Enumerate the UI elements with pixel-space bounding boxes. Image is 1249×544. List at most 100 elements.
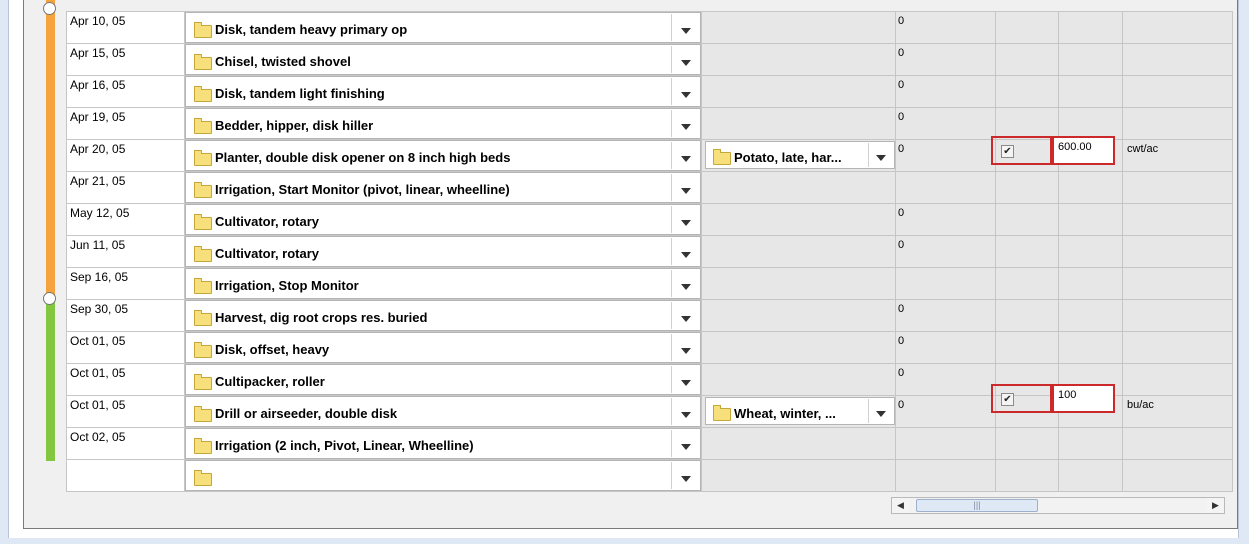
operation-dropdown[interactable]: Cultipacker, roller [185, 364, 701, 395]
operation-dropdown[interactable]: Disk, offset, heavy [185, 332, 701, 363]
table-row[interactable]: Apr 16, 05 Disk, tandem light finishing 0 [66, 75, 1233, 108]
operation-dropdown[interactable]: Disk, tandem light finishing [185, 76, 701, 107]
chevron-down-icon[interactable] [671, 270, 699, 297]
yield-value-field[interactable]: 600.00 [1052, 136, 1115, 165]
operation-date[interactable] [66, 459, 185, 492]
operation-date[interactable]: Oct 01, 05 [66, 395, 185, 428]
chevron-down-icon[interactable] [671, 334, 699, 361]
table-row[interactable] [66, 459, 1233, 492]
value-cell[interactable]: 0 [895, 11, 996, 44]
operation-dropdown[interactable]: Planter, double disk opener on 8 inch hi… [185, 140, 701, 171]
yield-checkbox-cell[interactable] [995, 203, 1059, 236]
value-cell[interactable] [895, 459, 996, 492]
table-row[interactable]: Sep 16, 05 Irrigation, Stop Monitor [66, 267, 1233, 300]
yield-cell[interactable] [1058, 267, 1123, 300]
yield-checkbox-cell[interactable] [995, 459, 1059, 492]
rotation-split-marker[interactable] [43, 292, 56, 305]
operation-date[interactable]: Apr 21, 05 [66, 171, 185, 204]
operation-date[interactable]: Sep 30, 05 [66, 299, 185, 332]
scroll-right-icon[interactable]: ▶ [1207, 498, 1224, 513]
operation-date[interactable]: Sep 16, 05 [66, 267, 185, 300]
yield-cell[interactable] [1058, 235, 1123, 268]
value-cell[interactable] [895, 267, 996, 300]
rotation-start-marker[interactable] [43, 2, 56, 15]
chevron-down-icon[interactable] [671, 46, 699, 73]
yield-checkbox[interactable]: ✔ [1001, 145, 1014, 158]
value-cell[interactable] [895, 171, 996, 204]
chevron-down-icon[interactable] [868, 143, 893, 167]
value-cell[interactable]: 0 [895, 331, 996, 364]
operation-dropdown[interactable]: Bedder, hipper, disk hiller [185, 108, 701, 139]
yield-cell[interactable] [1058, 107, 1123, 140]
yield-checkbox-cell[interactable] [995, 43, 1059, 76]
chevron-down-icon[interactable] [671, 110, 699, 137]
yield-cell[interactable] [1058, 331, 1123, 364]
value-cell[interactable]: 0 [895, 75, 996, 108]
table-row[interactable]: Apr 21, 05 Irrigation, Start Monitor (piv… [66, 171, 1233, 204]
yield-cell[interactable] [1058, 203, 1123, 236]
chevron-down-icon[interactable] [671, 14, 699, 41]
yield-checkbox-cell[interactable] [995, 235, 1059, 268]
chevron-down-icon[interactable] [671, 462, 699, 489]
value-cell[interactable]: 0 [895, 43, 996, 76]
operation-date[interactable]: Apr 16, 05 [66, 75, 185, 108]
table-row[interactable]: Jun 11, 05 Cultivator, rotary 0 [66, 235, 1233, 268]
yield-checkbox-cell[interactable] [995, 331, 1059, 364]
chevron-down-icon[interactable] [671, 174, 699, 201]
value-cell[interactable]: 0 [895, 203, 996, 236]
value-cell[interactable]: 0 [895, 299, 996, 332]
operation-date[interactable]: Apr 20, 05 [66, 139, 185, 172]
operation-date[interactable]: Apr 10, 05 [66, 11, 185, 44]
yield-cell[interactable] [1058, 171, 1123, 204]
yield-checkbox[interactable]: ✔ [1001, 393, 1014, 406]
yield-cell[interactable] [1058, 299, 1123, 332]
operation-dropdown[interactable]: Chisel, twisted shovel [185, 44, 701, 75]
table-row[interactable]: Apr 10, 05 Disk, tandem heavy primary op 0 [66, 11, 1233, 44]
chevron-down-icon[interactable] [671, 430, 699, 457]
yield-cell[interactable] [1058, 43, 1123, 76]
crop-dropdown[interactable]: Wheat, winter, ... [705, 397, 895, 425]
yield-checkbox-cell[interactable] [995, 299, 1059, 332]
operation-date[interactable]: Oct 02, 05 [66, 427, 185, 460]
operation-date[interactable]: May 12, 05 [66, 203, 185, 236]
yield-checkbox-cell[interactable] [995, 107, 1059, 140]
operation-dropdown[interactable]: Irrigation, Stop Monitor [185, 268, 701, 299]
chevron-down-icon[interactable] [671, 78, 699, 105]
operation-date[interactable]: Oct 01, 05 [66, 331, 185, 364]
table-row[interactable]: Oct 02, 05 Irrigation (2 inch, Pivot, Lin… [66, 427, 1233, 460]
chevron-down-icon[interactable] [868, 399, 893, 423]
operation-date[interactable]: Jun 11, 05 [66, 235, 185, 268]
yield-value-field[interactable]: 100 [1052, 384, 1115, 413]
table-row[interactable]: Apr 19, 05 Bedder, hipper, disk hiller 0 [66, 107, 1233, 140]
yield-cell[interactable] [1058, 75, 1123, 108]
yield-checkbox-cell[interactable] [995, 267, 1059, 300]
table-row[interactable]: Sep 30, 05 Harvest, dig root crops res. b… [66, 299, 1233, 332]
scroll-left-icon[interactable]: ◀ [892, 498, 909, 513]
operation-dropdown[interactable]: Drill or airseeder, double disk [185, 396, 701, 427]
table-row[interactable]: Apr 15, 05 Chisel, twisted shovel 0 [66, 43, 1233, 76]
value-cell[interactable]: 0 [895, 139, 996, 172]
operation-dropdown[interactable]: Harvest, dig root crops res. buried [185, 300, 701, 331]
chevron-down-icon[interactable] [671, 238, 699, 265]
operation-dropdown[interactable]: Irrigation (2 inch, Pivot, Linear, Wheel… [185, 428, 701, 459]
chevron-down-icon[interactable] [671, 142, 699, 169]
value-cell[interactable]: 0 [895, 235, 996, 268]
value-cell[interactable]: 0 [895, 363, 996, 396]
yield-cell[interactable] [1058, 459, 1123, 492]
operation-dropdown[interactable]: Disk, tandem heavy primary op [185, 12, 701, 43]
yield-checkbox-highlight[interactable]: ✔ [991, 136, 1052, 165]
value-cell[interactable]: 0 [895, 107, 996, 140]
horizontal-scrollbar[interactable]: ◀ ||| ▶ [891, 497, 1225, 514]
yield-checkbox-cell[interactable] [995, 427, 1059, 460]
chevron-down-icon[interactable] [671, 398, 699, 425]
yield-checkbox-highlight[interactable]: ✔ [991, 384, 1052, 413]
value-cell[interactable]: 0 [895, 395, 996, 428]
operation-dropdown[interactable] [185, 460, 701, 491]
crop-dropdown[interactable]: Potato, late, har... [705, 141, 895, 169]
value-cell[interactable] [895, 427, 996, 460]
table-row[interactable]: Oct 01, 05 Disk, offset, heavy 0 [66, 331, 1233, 364]
operation-date[interactable]: Apr 19, 05 [66, 107, 185, 140]
operation-date[interactable]: Apr 15, 05 [66, 43, 185, 76]
chevron-down-icon[interactable] [671, 206, 699, 233]
chevron-down-icon[interactable] [671, 302, 699, 329]
